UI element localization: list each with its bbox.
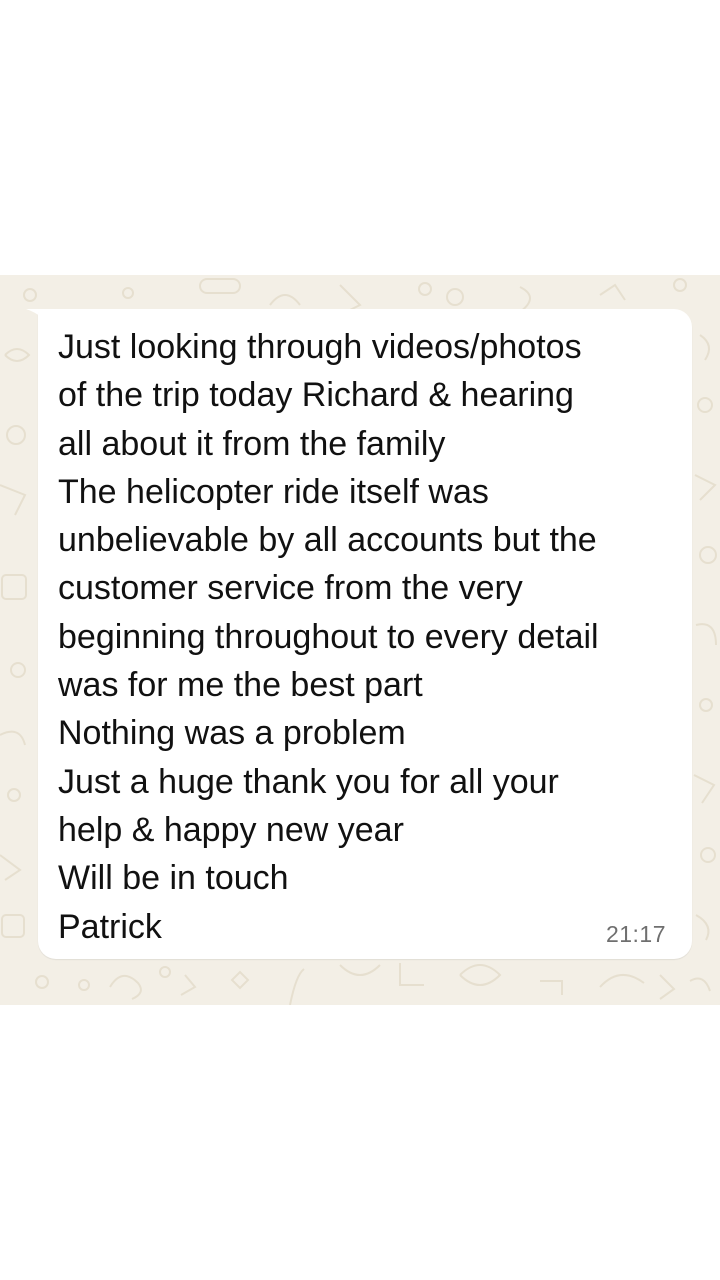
message-line: The helicopter ride itself was xyxy=(58,472,489,511)
chat-area[interactable]: Just looking through videos/photos of th… xyxy=(0,275,720,1005)
message-line: of the trip today Richard & hearing xyxy=(58,376,574,415)
message-timestamp: 21:17 xyxy=(605,921,666,947)
message-line: help & happy new year xyxy=(58,810,404,849)
top-blank-area xyxy=(0,0,720,275)
message-line: Nothing was a problem xyxy=(58,714,406,753)
message-line: Will be in touch xyxy=(58,859,289,898)
message-bubble[interactable]: Just looking through videos/photos of th… xyxy=(38,309,692,959)
bottom-blank-area xyxy=(0,1005,720,1280)
message-line: Just looking through videos/photos xyxy=(58,328,582,366)
message-line: customer service from the very xyxy=(58,569,523,608)
message-line: Patrick xyxy=(58,907,162,946)
message-line: was for me the best part xyxy=(58,666,423,705)
message-line: beginning throughout to every detail xyxy=(58,617,599,656)
message-line: unbelievable by all accounts but the xyxy=(58,521,597,560)
message-text: Just looking through videos/photos of th… xyxy=(58,323,678,951)
message-line: Just a huge thank you for all your xyxy=(58,762,559,801)
message-line: all about it from the family xyxy=(58,424,446,463)
